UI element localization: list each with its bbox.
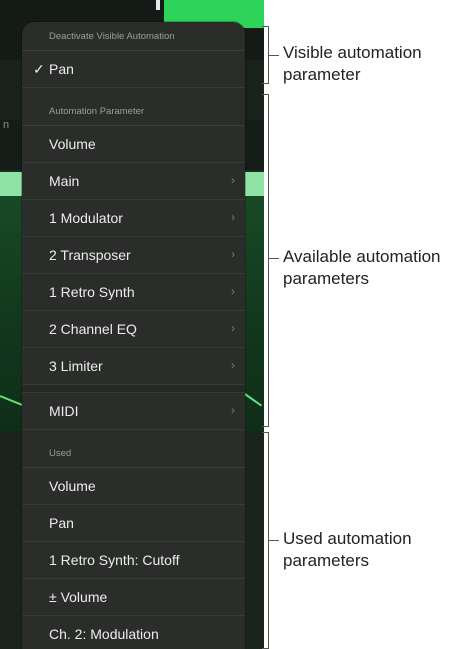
menu-item-1-retro-synth[interactable]: 1 Retro Synth › — [22, 274, 245, 311]
callout-visible-automation-parameter: Visible automation parameter — [283, 42, 474, 86]
menu-item-label: ± Volume — [49, 589, 108, 605]
callout-text: Visible automation parameter — [283, 43, 422, 84]
menu-item-label: 3 Limiter — [49, 358, 103, 374]
callout-leader-visible — [269, 55, 279, 56]
background-partial-label: n — [3, 119, 10, 131]
callout-leader-available — [269, 258, 279, 259]
menu-item-label: MIDI — [49, 403, 79, 419]
chevron-right-icon: › — [231, 173, 235, 187]
menu-item-label: Main — [49, 173, 80, 189]
callout-available-automation-parameters: Available automation parameters — [283, 246, 473, 290]
menu-item-used-plus-minus-volume[interactable]: ± Volume — [22, 579, 245, 616]
chevron-right-icon: › — [231, 358, 235, 372]
menu-item-3-limiter[interactable]: 3 Limiter › — [22, 348, 245, 385]
callout-leader-used — [269, 540, 279, 541]
menu-item-label: Pan — [49, 515, 74, 531]
menu-item-2-channel-eq[interactable]: 2 Channel EQ › — [22, 311, 245, 348]
menu-item-used-volume[interactable]: Volume — [22, 468, 245, 505]
section-spacer — [22, 88, 245, 97]
callout-bracket-used — [262, 432, 269, 649]
menu-separator-gap — [22, 385, 245, 393]
automation-parameter-header: Automation Parameter — [22, 97, 245, 126]
menu-item-main[interactable]: Main › — [22, 163, 245, 200]
menu-item-label: 2 Transposer — [49, 247, 131, 263]
menu-item-volume[interactable]: Volume — [22, 126, 245, 163]
menu-item-used-retro-synth-cutoff[interactable]: 1 Retro Synth: Cutoff — [22, 542, 245, 579]
menu-item-1-modulator[interactable]: 1 Modulator › — [22, 200, 245, 237]
checkmark-icon: ✓ — [33, 61, 45, 77]
chevron-right-icon: › — [231, 210, 235, 224]
chevron-right-icon: › — [231, 403, 235, 417]
menu-item-label: Volume — [49, 478, 96, 494]
menu-item-label: Volume — [49, 136, 96, 152]
callout-text: Used automation parameters — [283, 529, 412, 570]
section-spacer — [22, 430, 245, 439]
menu-item-label: 1 Retro Synth: Cutoff — [49, 552, 180, 568]
chevron-right-icon: › — [231, 321, 235, 335]
callout-bracket-visible — [262, 26, 269, 84]
menu-item-label: 1 Retro Synth — [49, 284, 135, 300]
menu-item-used-pan[interactable]: Pan — [22, 505, 245, 542]
callout-text: Available automation parameters — [283, 247, 441, 288]
menu-item-midi[interactable]: MIDI › — [22, 393, 245, 430]
chevron-right-icon: › — [231, 247, 235, 261]
menu-item-label: 2 Channel EQ — [49, 321, 137, 337]
callout-used-automation-parameters: Used automation parameters — [283, 528, 458, 572]
menu-item-2-transposer[interactable]: 2 Transposer › — [22, 237, 245, 274]
deactivate-visible-automation-header[interactable]: Deactivate Visible Automation — [22, 22, 245, 51]
background-playhead-marker — [156, 0, 160, 10]
menu-item-label: 1 Modulator — [49, 210, 123, 226]
used-header: Used — [22, 439, 245, 468]
callout-bracket-available — [262, 94, 269, 427]
menu-item-label: Pan — [49, 61, 74, 77]
chevron-right-icon: › — [231, 284, 235, 298]
menu-item-pan-visible[interactable]: ✓ Pan — [22, 51, 245, 88]
menu-item-used-ch2-modulation[interactable]: Ch. 2: Modulation — [22, 616, 245, 649]
menu-item-label: Ch. 2: Modulation — [49, 626, 159, 642]
automation-parameter-menu: Deactivate Visible Automation ✓ Pan Auto… — [22, 22, 245, 649]
